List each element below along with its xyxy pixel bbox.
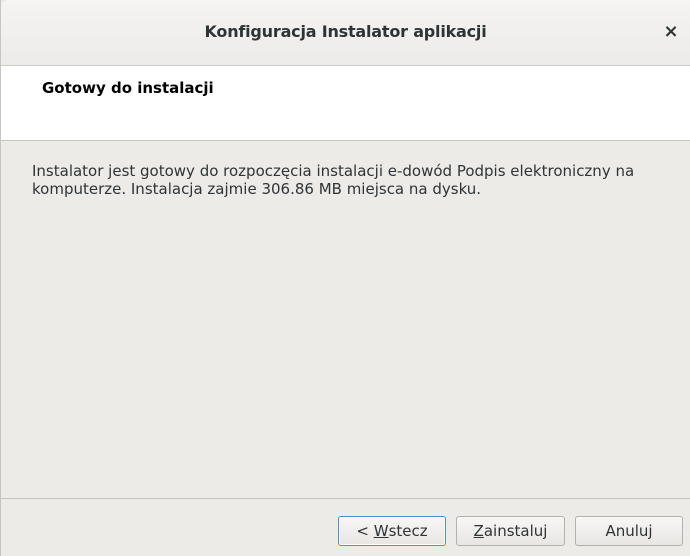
install-message: Instalator jest gotowy do rozpoczęcia in… — [32, 162, 635, 198]
window-title: Konfiguracja Instalator aplikacji — [204, 22, 487, 41]
installer-window: Konfiguracja Instalator aplikacji × Goto… — [0, 0, 690, 556]
install-button[interactable]: Zainstaluj — [456, 516, 565, 546]
back-prefix: < — [356, 522, 374, 540]
header-panel: Gotowy do instalacji — [1, 66, 690, 141]
install-label-rest: ainstaluj — [483, 522, 548, 540]
install-mnemonic: Z — [473, 522, 484, 540]
back-button[interactable]: < Wstecz — [338, 516, 446, 546]
page-title: Gotowy do instalacji — [42, 79, 214, 97]
back-mnemonic: W — [373, 522, 389, 540]
cancel-button[interactable]: Anuluj — [575, 516, 683, 546]
back-label-rest: stecz — [388, 522, 428, 540]
close-icon[interactable]: × — [660, 21, 682, 43]
footer-divider — [1, 498, 690, 499]
title-bar[interactable]: Konfiguracja Instalator aplikacji × — [1, 0, 690, 66]
